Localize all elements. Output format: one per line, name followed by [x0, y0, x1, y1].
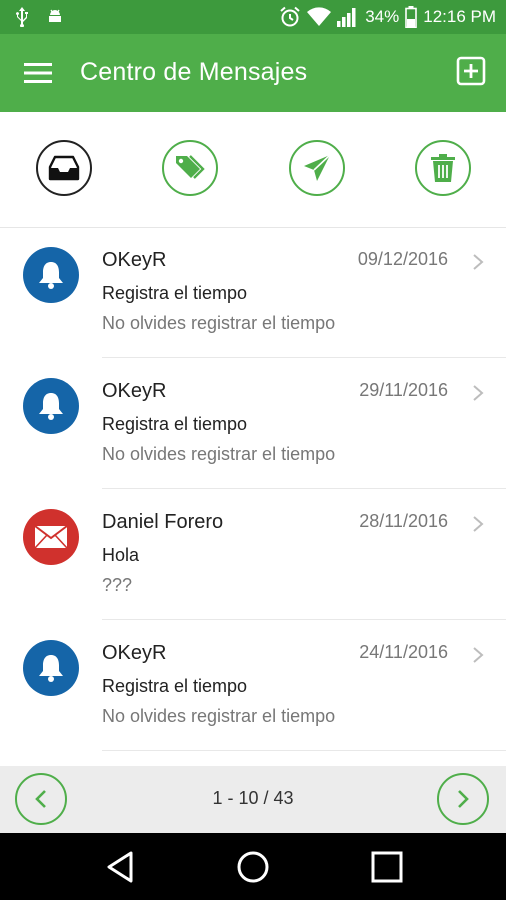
chevron-right-icon	[473, 647, 484, 663]
battery-percent: 34%	[365, 7, 400, 26]
message-sender: Daniel Forero	[102, 511, 224, 533]
chevron-right-icon	[458, 790, 469, 808]
chevron-right-icon	[473, 385, 484, 401]
back-icon[interactable]	[103, 850, 137, 884]
message-subject: Registra el tiempo	[102, 676, 248, 696]
chevron-right-icon	[473, 254, 484, 270]
folder-toolbar	[0, 112, 506, 228]
message-date: 29/11/2016	[359, 380, 448, 400]
system-nav-bar	[0, 833, 506, 900]
message-preview: No olvides registrar el tiempo	[102, 706, 336, 726]
app-bar: Centro de Mensajes	[0, 34, 506, 112]
message-date: 28/11/2016	[359, 511, 448, 531]
message-item[interactable]: OKeyR 09/12/2016 Registra el tiempo No o…	[0, 227, 506, 358]
next-page-button[interactable]	[437, 773, 489, 825]
trash-icon	[431, 154, 455, 182]
message-item[interactable]: OKeyR 29/11/2016 Registra el tiempo No o…	[0, 358, 506, 489]
notification-avatar	[23, 378, 79, 434]
page-range: 1 - 10 / 43	[212, 788, 294, 808]
message-item[interactable]: OKeyR 24/11/2016 Registra el tiempo No o…	[0, 620, 506, 751]
page-title: Centro de Mensajes	[80, 58, 308, 86]
home-icon[interactable]	[236, 850, 270, 884]
message-sender: OKeyR	[102, 380, 167, 402]
status-bar: 34% 12:16 PM	[0, 0, 506, 34]
pagination-bar: 1 - 10 / 43	[0, 766, 506, 833]
bell-icon	[39, 262, 63, 289]
battery-icon	[405, 6, 418, 28]
message-preview: No olvides registrar el tiempo	[102, 313, 336, 333]
clock: 12:16 PM	[423, 7, 496, 26]
message-subject: Registra el tiempo	[102, 283, 248, 303]
menu-icon[interactable]	[24, 60, 54, 86]
send-icon	[304, 154, 331, 181]
chevron-right-icon	[473, 516, 484, 532]
message-sender: OKeyR	[102, 249, 167, 271]
sent-button[interactable]	[289, 140, 345, 196]
message-subject: Registra el tiempo	[102, 414, 248, 434]
message-preview: ???	[102, 575, 133, 595]
tags-icon	[176, 155, 205, 179]
inbox-button[interactable]	[36, 140, 92, 196]
alarm-icon	[280, 6, 300, 27]
bell-icon	[39, 655, 63, 682]
bell-icon	[39, 393, 63, 420]
usb-icon	[16, 7, 28, 27]
message-item[interactable]: Daniel Forero 28/11/2016 Hola ???	[0, 489, 506, 620]
new-message-icon[interactable]	[456, 56, 486, 86]
message-subject: Hola	[102, 545, 140, 565]
message-date: 09/12/2016	[357, 249, 448, 269]
trash-button[interactable]	[415, 140, 471, 196]
envelope-icon	[34, 525, 68, 549]
divider	[102, 750, 506, 751]
android-debug-icon	[49, 9, 61, 22]
message-sender: OKeyR	[102, 642, 167, 664]
message-date: 24/11/2016	[359, 642, 448, 662]
recent-apps-icon[interactable]	[370, 850, 404, 884]
signal-icon	[337, 8, 356, 27]
wifi-icon	[307, 7, 332, 27]
tags-button[interactable]	[162, 140, 218, 196]
notification-avatar	[23, 247, 79, 303]
mail-avatar	[23, 509, 79, 565]
message-preview: No olvides registrar el tiempo	[102, 444, 336, 464]
inbox-icon	[48, 155, 80, 181]
notification-avatar	[23, 640, 79, 696]
